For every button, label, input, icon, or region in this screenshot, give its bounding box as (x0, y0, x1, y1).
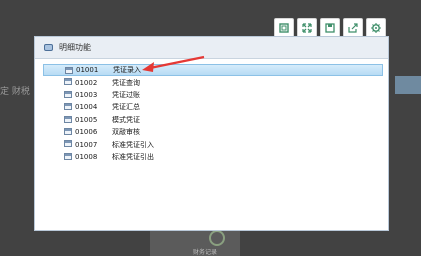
list-item[interactable]: 01006 双敲审核 (43, 126, 383, 138)
list-item[interactable]: 01004 凭证汇总 (43, 101, 383, 113)
list-item[interactable]: 01007 标准凭证引入 (43, 138, 383, 150)
window-icon (279, 23, 289, 33)
list-item[interactable]: 01005 模式凭证 (43, 114, 383, 126)
background-selection-stripe (395, 76, 421, 94)
expand-icon (302, 23, 312, 33)
document-icon (64, 115, 72, 123)
item-label: 凭证汇总 (112, 103, 140, 112)
document-icon (65, 67, 73, 74)
item-label: 模式凭证 (112, 115, 140, 124)
restore-window-button[interactable] (274, 18, 294, 38)
background-card-label: 财务记录 (193, 249, 218, 256)
fullscreen-button[interactable] (297, 18, 317, 38)
save-icon (325, 23, 335, 33)
item-label: 凭证录入 (113, 66, 141, 75)
dialog-title: 明细功能 (59, 43, 91, 52)
export-button[interactable] (343, 18, 363, 38)
item-code: 01006 (75, 128, 98, 137)
item-code: 01003 (75, 90, 98, 99)
item-code: 01005 (75, 115, 98, 124)
item-label: 凭证查询 (112, 78, 140, 87)
detail-function-dialog: 明细功能 01001 凭证录入 01002 凭证查询 01003 凭证过账 01… (34, 36, 389, 231)
document-icon (64, 90, 72, 98)
export-icon (348, 23, 358, 33)
item-label: 凭证过账 (112, 90, 140, 99)
list-item[interactable]: 01003 凭证过账 (43, 89, 383, 101)
list-item[interactable]: 01008 标准凭证引出 (43, 151, 383, 163)
annotation-arrow-icon (142, 55, 205, 72)
item-code: 01007 (75, 140, 98, 149)
item-label: 双敲审核 (112, 128, 140, 137)
dialog-header: 明细功能 (35, 37, 388, 59)
item-code: 01004 (75, 103, 98, 112)
item-label: 标准凭证引入 (112, 140, 154, 149)
document-icon (64, 103, 72, 111)
gear-icon (371, 23, 381, 33)
list-item[interactable]: 01001 凭证录入 (43, 64, 383, 77)
function-list: 01001 凭证录入 01002 凭证查询 01003 凭证过账 01004 凭… (43, 64, 383, 163)
background-text: 定 财税 (0, 87, 30, 97)
document-icon (64, 78, 72, 86)
item-code: 01002 (75, 78, 98, 87)
document-icon (64, 152, 72, 160)
save-button[interactable] (320, 18, 340, 38)
item-code: 01008 (75, 152, 98, 161)
panel-icon (44, 44, 53, 51)
list-item[interactable]: 01002 凭证查询 (43, 76, 383, 88)
settings-button[interactable] (366, 18, 386, 38)
background-card-icon (209, 230, 225, 246)
item-label: 标准凭证引出 (112, 152, 154, 161)
document-icon (64, 127, 72, 135)
item-code: 01001 (76, 66, 99, 75)
document-icon (64, 140, 72, 148)
